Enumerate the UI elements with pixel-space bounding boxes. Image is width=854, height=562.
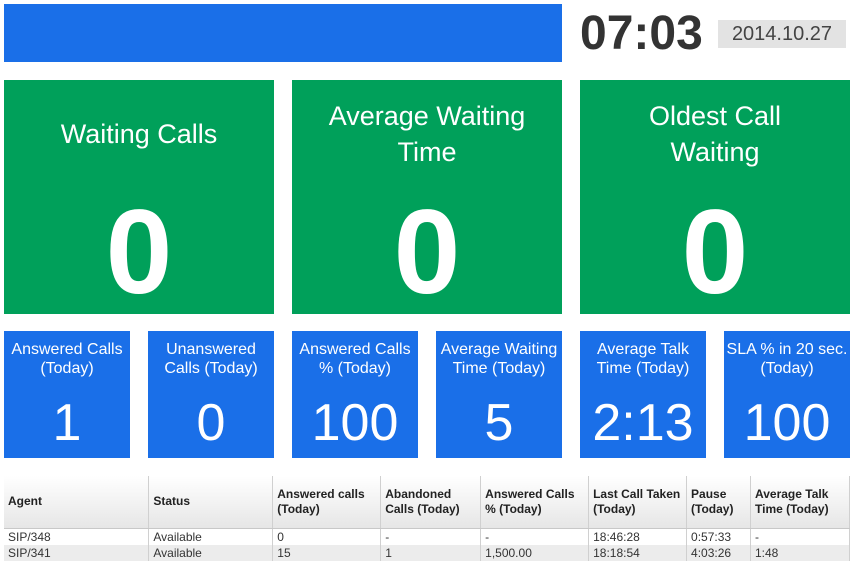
cell-agent: SIP/341	[4, 544, 150, 561]
stat-value: 5	[484, 394, 514, 452]
cell-last-call-taken: 18:46:28	[588, 528, 688, 545]
stat-label: Answered Calls % (Today)	[299, 341, 411, 377]
stat-answered-calls: Answered Calls (Today) 1	[4, 331, 130, 458]
stat-sla-percent: SLA % in 20 sec. (Today) 100	[724, 331, 850, 458]
tile-value: 0	[105, 185, 173, 319]
tile-average-waiting-time: Average Waiting Time 0	[292, 80, 562, 314]
cell-abandoned-calls: -	[380, 528, 482, 545]
table-row: SIP/348 Available 0 - - 18:46:28 0:57:33…	[4, 528, 850, 545]
cell-answered-calls-percent: 1,500.00	[480, 544, 590, 561]
column-header-answered-calls[interactable]: Answered calls (Today)	[272, 476, 382, 529]
column-header-abandoned-calls[interactable]: Abandoned Calls (Today)	[380, 476, 482, 529]
stat-label: Unanswered Calls (Today)	[164, 341, 258, 377]
stat-label: Answered Calls (Today)	[11, 341, 123, 377]
tile-label: Oldest Call Waiting	[648, 101, 782, 167]
cell-agent: SIP/348	[4, 528, 150, 545]
stat-value: 2:13	[592, 394, 694, 452]
clock: 07:03	[580, 7, 703, 60]
column-header-last-call-taken[interactable]: Last Call Taken (Today)	[588, 476, 688, 529]
stat-label: SLA % in 20 sec. (Today)	[726, 341, 848, 377]
agents-table: Agent Status Answered calls (Today) Aban…	[4, 476, 850, 561]
stat-average-waiting-time: Average Waiting Time (Today) 5	[436, 331, 562, 458]
cell-answered-calls: 15	[272, 544, 382, 561]
tile-value: 0	[681, 185, 749, 319]
stat-value: 1	[52, 394, 82, 452]
tile-label: Waiting Calls	[60, 119, 218, 149]
tile-value: 0	[393, 185, 461, 319]
column-header-average-talk-time[interactable]: Average Talk Time (Today)	[750, 476, 850, 529]
stat-label: Average Waiting Time (Today)	[440, 341, 558, 377]
cell-answered-calls-percent: -	[480, 528, 590, 545]
cell-average-talk-time: -	[750, 528, 850, 545]
cell-pause: 0:57:33	[686, 528, 751, 545]
tile-waiting-calls: Waiting Calls 0	[4, 80, 274, 314]
title-bar	[4, 4, 562, 62]
date-badge: 2014.10.27	[718, 20, 846, 48]
stat-label: Average Talk Time (Today)	[596, 341, 690, 377]
column-header-status[interactable]: Status	[148, 476, 274, 529]
cell-pause: 4:03:26	[686, 544, 751, 561]
cell-status: Available	[148, 528, 274, 545]
stat-value: 0	[196, 394, 226, 452]
tile-oldest-call-waiting: Oldest Call Waiting 0	[580, 80, 850, 314]
cell-abandoned-calls: 1	[380, 544, 482, 561]
tile-label: Average Waiting Time	[328, 101, 526, 167]
cell-average-talk-time: 1:48	[750, 544, 850, 561]
stat-average-talk-time: Average Talk Time (Today) 2:13	[580, 331, 706, 458]
stat-answered-calls-percent: Answered Calls % (Today) 100	[292, 331, 418, 458]
column-header-agent[interactable]: Agent	[4, 476, 150, 529]
cell-status: Available	[148, 544, 274, 561]
cell-last-call-taken: 18:18:54	[588, 544, 688, 561]
column-header-answered-calls-percent[interactable]: Answered Calls % (Today)	[480, 476, 590, 529]
stat-unanswered-calls: Unanswered Calls (Today) 0	[148, 331, 274, 458]
stat-value: 100	[311, 394, 399, 452]
stat-value: 100	[743, 394, 831, 452]
cell-answered-calls: 0	[272, 528, 382, 545]
table-row: SIP/341 Available 15 1 1,500.00 18:18:54…	[4, 544, 850, 561]
table-header-row: Agent Status Answered calls (Today) Aban…	[4, 476, 850, 529]
column-header-pause[interactable]: Pause (Today)	[686, 476, 751, 529]
